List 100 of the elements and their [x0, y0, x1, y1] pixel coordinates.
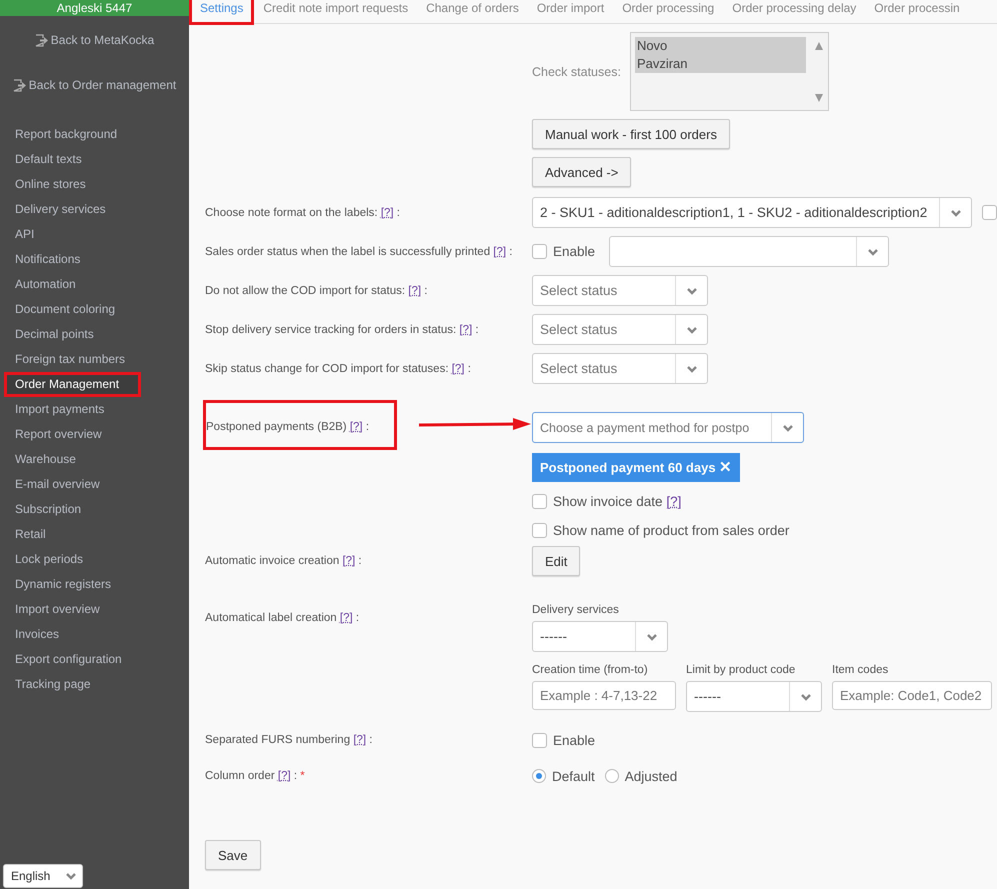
tab[interactable]: Order import — [528, 0, 614, 23]
sidebar-item[interactable]: Lock periods — [0, 547, 189, 572]
field-label: Stop delivery service tracking for orders in status: [?] : — [205, 324, 479, 336]
sidebar-item[interactable]: Export configuration — [0, 647, 189, 672]
list-option[interactable]: Novo — [634, 37, 806, 55]
required-mark: * — [300, 770, 305, 782]
checkbox-label: Enable — [553, 244, 596, 259]
select-field[interactable]: Select status — [532, 353, 708, 384]
help-link[interactable]: [?] — [666, 494, 682, 509]
sidebar-item[interactable]: Warehouse — [0, 447, 189, 472]
help-link[interactable]: [?] — [278, 770, 291, 782]
status-listbox[interactable]: Novo Pavziran — [630, 32, 829, 111]
checkbox[interactable] — [532, 523, 547, 538]
field-label: Creation time (from-to) — [532, 664, 649, 676]
checkbox[interactable] — [532, 494, 547, 509]
help-link[interactable]: [?] — [380, 206, 394, 218]
help-link[interactable]: [?] — [452, 362, 465, 374]
tab[interactable]: Settings — [189, 0, 254, 25]
chevron-down-icon — [686, 286, 698, 296]
checkbox[interactable] — [532, 732, 547, 748]
annotation-arrow-icon — [417, 417, 531, 431]
sidebar-item[interactable]: Document coloring — [0, 297, 189, 322]
field-label: Limit by product code — [686, 664, 796, 676]
select-field[interactable]: Choose a payment method for postpo — [532, 412, 804, 443]
field-label: Check statuses: — [532, 64, 621, 78]
button[interactable]: Manual work - first 100 orders — [532, 119, 730, 149]
selected-tag: Postponed payment 60 days ✕ — [532, 453, 740, 482]
input-field[interactable]: Example : 4-7,13-22 — [532, 681, 676, 710]
select-field[interactable]: 2 - SKU1 - aditionaldescription1, 1 - SKU2 - aditionaldescription2 — [532, 197, 972, 228]
chevron-down-icon — [782, 422, 794, 432]
sidebar-item[interactable]: Tracking page — [0, 672, 189, 697]
chevron-down-icon — [646, 632, 658, 642]
sidebar-item[interactable]: Delivery services — [0, 197, 189, 222]
field-label: Automatic invoice creation [?] : — [205, 555, 362, 567]
radio-button[interactable] — [604, 769, 619, 783]
chevron-down-icon — [686, 324, 698, 334]
sidebar-item[interactable]: Dynamic registers — [0, 572, 189, 597]
tab[interactable]: Change of orders — [417, 0, 528, 23]
tab[interactable]: Order processing — [613, 0, 724, 23]
input-field[interactable]: Example: Code1, Code2 — [832, 681, 992, 710]
sidebar-item[interactable]: Order Management — [4, 372, 141, 397]
button[interactable]: Advanced -> — [532, 157, 632, 187]
checkbox[interactable] — [982, 205, 997, 220]
help-link[interactable]: [?] — [342, 555, 356, 567]
sidebar-item[interactable]: Foreign tax numbers — [0, 347, 189, 372]
tab[interactable]: Order processin — [865, 0, 969, 23]
remove-button[interactable]: ✕ — [719, 459, 732, 476]
select-field[interactable]: ------ — [532, 621, 668, 652]
language-select[interactable]: English — [3, 864, 83, 888]
sidebar-item[interactable]: Subscription — [0, 497, 189, 522]
checkbox-label: Show name of product from sales order — [553, 523, 790, 538]
exit-icon — [34, 34, 49, 46]
help-link[interactable]: [?] — [459, 324, 472, 336]
chevron-down-icon — [800, 692, 812, 702]
sidebar-item[interactable]: Decimal points — [0, 322, 189, 347]
chevron-down-icon — [866, 246, 879, 256]
sidebar-item[interactable]: Report background — [0, 122, 189, 147]
radio-label: Adjusted — [624, 768, 678, 784]
button[interactable]: Save — [205, 840, 261, 870]
sidebar-item[interactable]: Import overview — [0, 597, 189, 622]
sidebar-item[interactable]: API — [0, 222, 189, 247]
chevron-down-icon — [686, 364, 698, 374]
sidebar-item[interactable]: Default texts — [0, 147, 189, 172]
sidebar-item[interactable]: Online stores — [0, 172, 189, 197]
select-field[interactable] — [609, 236, 890, 267]
field-label: Skip status change for COD import for statuses: [?] : — [205, 362, 471, 374]
field-label: Sales order status when the label is successfully printed [?] : — [205, 246, 512, 258]
help-link[interactable]: [?] — [493, 246, 506, 258]
help-link[interactable]: [?] — [350, 421, 363, 433]
select-field[interactable]: ------ — [686, 681, 822, 712]
help-link[interactable]: [?] — [340, 612, 353, 624]
field-label: Delivery services — [532, 604, 619, 616]
chevron-down-icon — [65, 871, 77, 881]
back-link[interactable]: Back to Order management — [0, 78, 189, 92]
help-link[interactable]: [?] — [408, 284, 422, 296]
select-field[interactable]: Select status — [532, 275, 708, 306]
sidebar-item[interactable]: Automation — [0, 272, 189, 297]
help-link[interactable]: [?] — [353, 734, 366, 746]
sidebar-item[interactable]: Retail — [0, 522, 189, 547]
back-link-label: Back to MetaKocka — [50, 33, 154, 47]
sidebar-item[interactable]: Invoices — [0, 622, 189, 647]
tab[interactable]: Order processing delay — [723, 0, 866, 23]
button[interactable]: Edit — [532, 546, 580, 576]
checkbox-label: Enable — [553, 732, 596, 748]
account-header: Angleski 5447 — [0, 0, 189, 16]
list-option[interactable]: Pavziran — [634, 55, 806, 73]
sidebar-item[interactable]: Report overview — [0, 422, 189, 447]
chevron-down-icon — [950, 208, 962, 218]
radio-button[interactable] — [532, 769, 546, 783]
exit-icon — [12, 78, 27, 92]
field-label: Automatical label creation [?] : — [205, 612, 360, 624]
back-link[interactable]: Back to MetaKocka — [0, 33, 189, 47]
field-label: Choose note format on the labels: [?] : — [205, 206, 400, 218]
radio-label: Default — [552, 768, 595, 784]
sidebar-item[interactable]: E-mail overview — [0, 472, 189, 497]
sidebar-item[interactable]: Import payments — [0, 397, 189, 422]
checkbox[interactable] — [532, 244, 547, 259]
tab[interactable]: Credit note import requests — [254, 0, 418, 23]
select-field[interactable]: Select status — [532, 314, 708, 345]
sidebar-item[interactable]: Notifications — [0, 247, 189, 272]
